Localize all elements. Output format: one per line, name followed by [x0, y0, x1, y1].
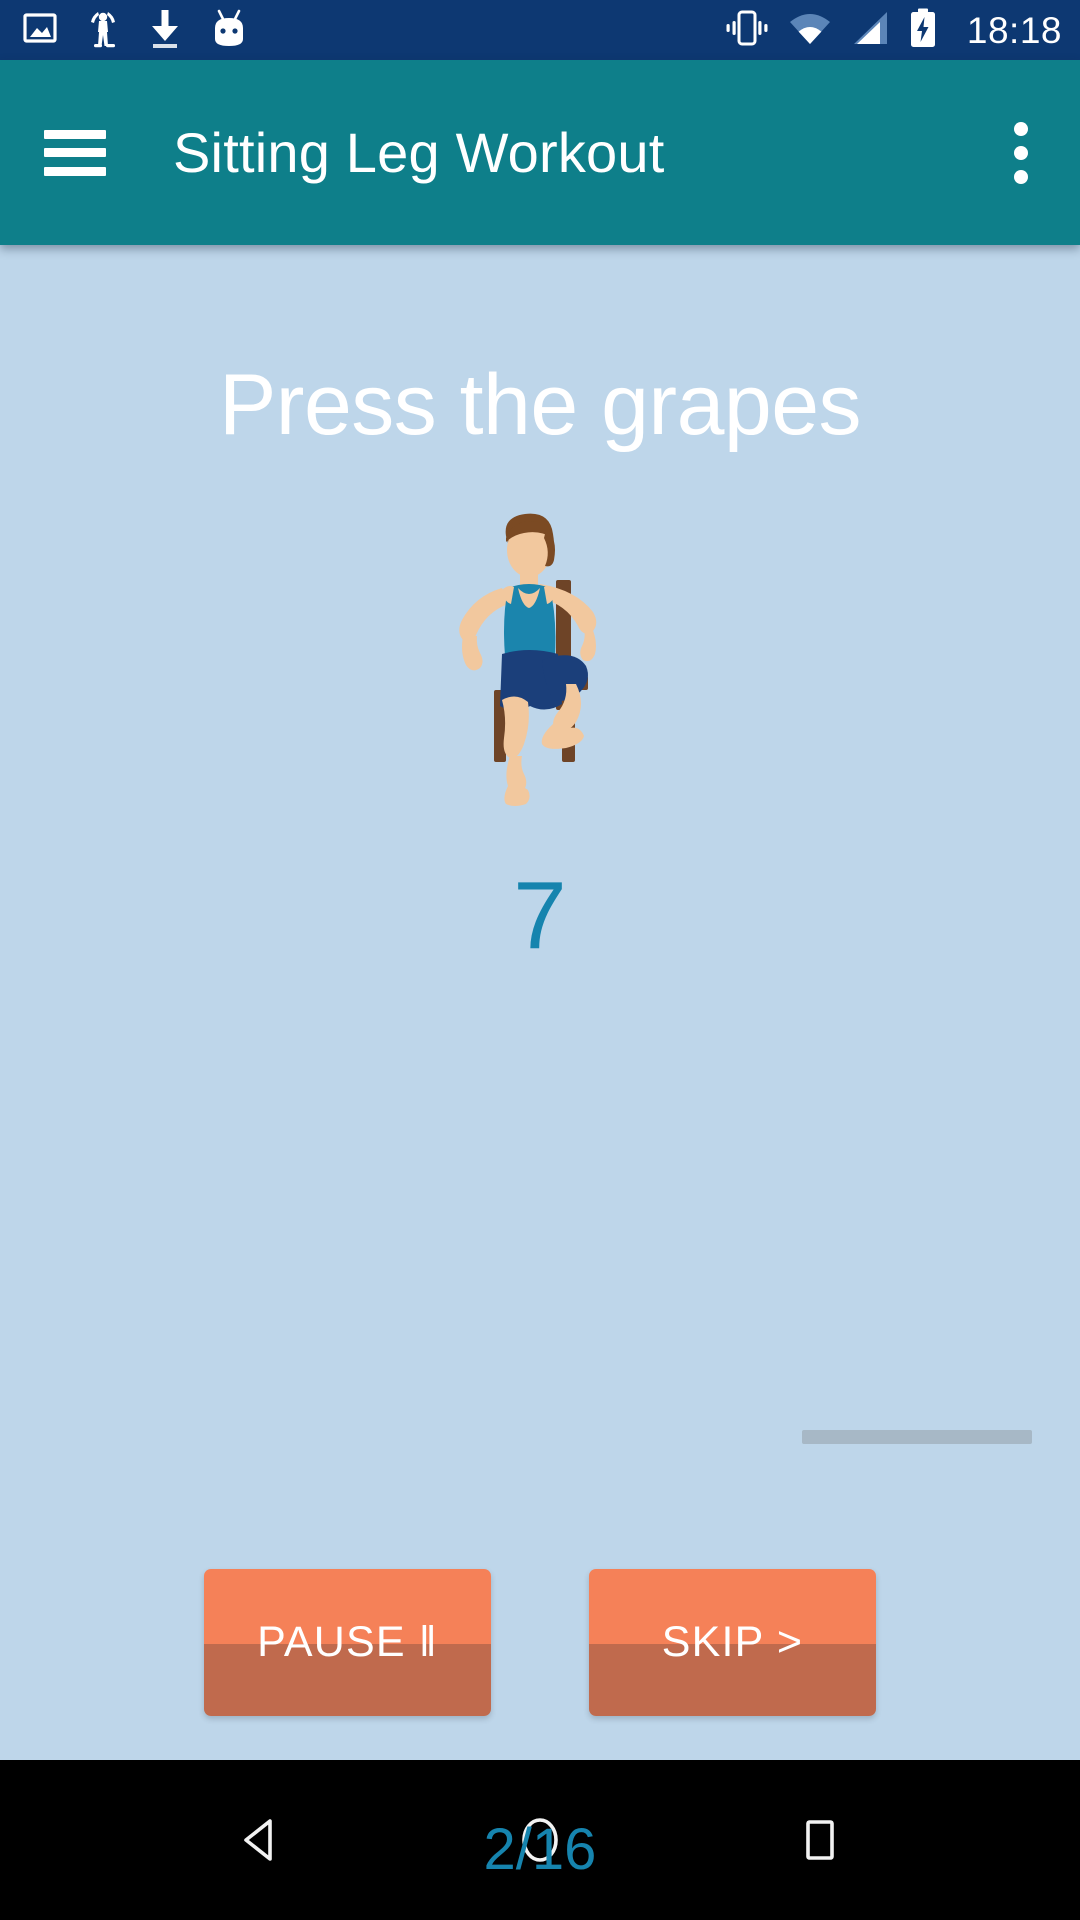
vibrate-icon — [725, 9, 769, 52]
seated-leg-exercise-figure — [390, 508, 690, 808]
more-vert-icon[interactable] — [992, 113, 1050, 193]
stretching-person-icon — [86, 8, 120, 53]
hamburger-bar-1 — [44, 129, 106, 139]
scroll-indicator-row — [0, 1430, 1080, 1444]
battery-charging-icon — [909, 8, 937, 53]
skip-button[interactable]: SKIP > — [589, 1569, 876, 1716]
scroll-indicator[interactable] — [802, 1430, 1032, 1444]
wifi-icon — [789, 11, 831, 50]
image-icon — [22, 10, 58, 51]
exercise-name: Press the grapes — [218, 357, 862, 453]
hamburger-bar-2 — [44, 148, 106, 157]
download-icon — [148, 8, 182, 53]
status-bar-system-icons: 18:18 — [725, 8, 1062, 53]
workout-controls: PAUSE ‖ SKIP > — [0, 1569, 1080, 1716]
pause-button[interactable]: PAUSE ‖ — [204, 1569, 491, 1716]
cellular-signal-icon — [851, 11, 889, 50]
countdown-timer: 7 — [513, 862, 567, 970]
workout-content: Press the grapes 7 PAUSE ‖ SKIP > 2/16 — [0, 245, 1080, 1879]
app-bar: Sitting Leg Workout — [0, 60, 1080, 245]
status-bar: 18:18 — [0, 0, 1080, 60]
overflow-dot-3 — [1014, 169, 1028, 184]
overflow-dot-1 — [1014, 121, 1028, 136]
page-title: Sitting Leg Workout — [173, 121, 665, 184]
exercise-step-counter: 2/16 — [483, 1817, 597, 1882]
phone-screen: 18:18 Sitting Leg Workout Press the grap… — [0, 0, 1080, 1920]
hamburger-menu-icon[interactable] — [44, 129, 106, 176]
android-head-icon — [210, 8, 248, 53]
status-bar-notification-icons — [22, 8, 248, 53]
overflow-dot-2 — [1014, 145, 1028, 160]
hamburger-bar-3 — [44, 166, 106, 176]
status-bar-clock: 18:18 — [966, 9, 1062, 51]
